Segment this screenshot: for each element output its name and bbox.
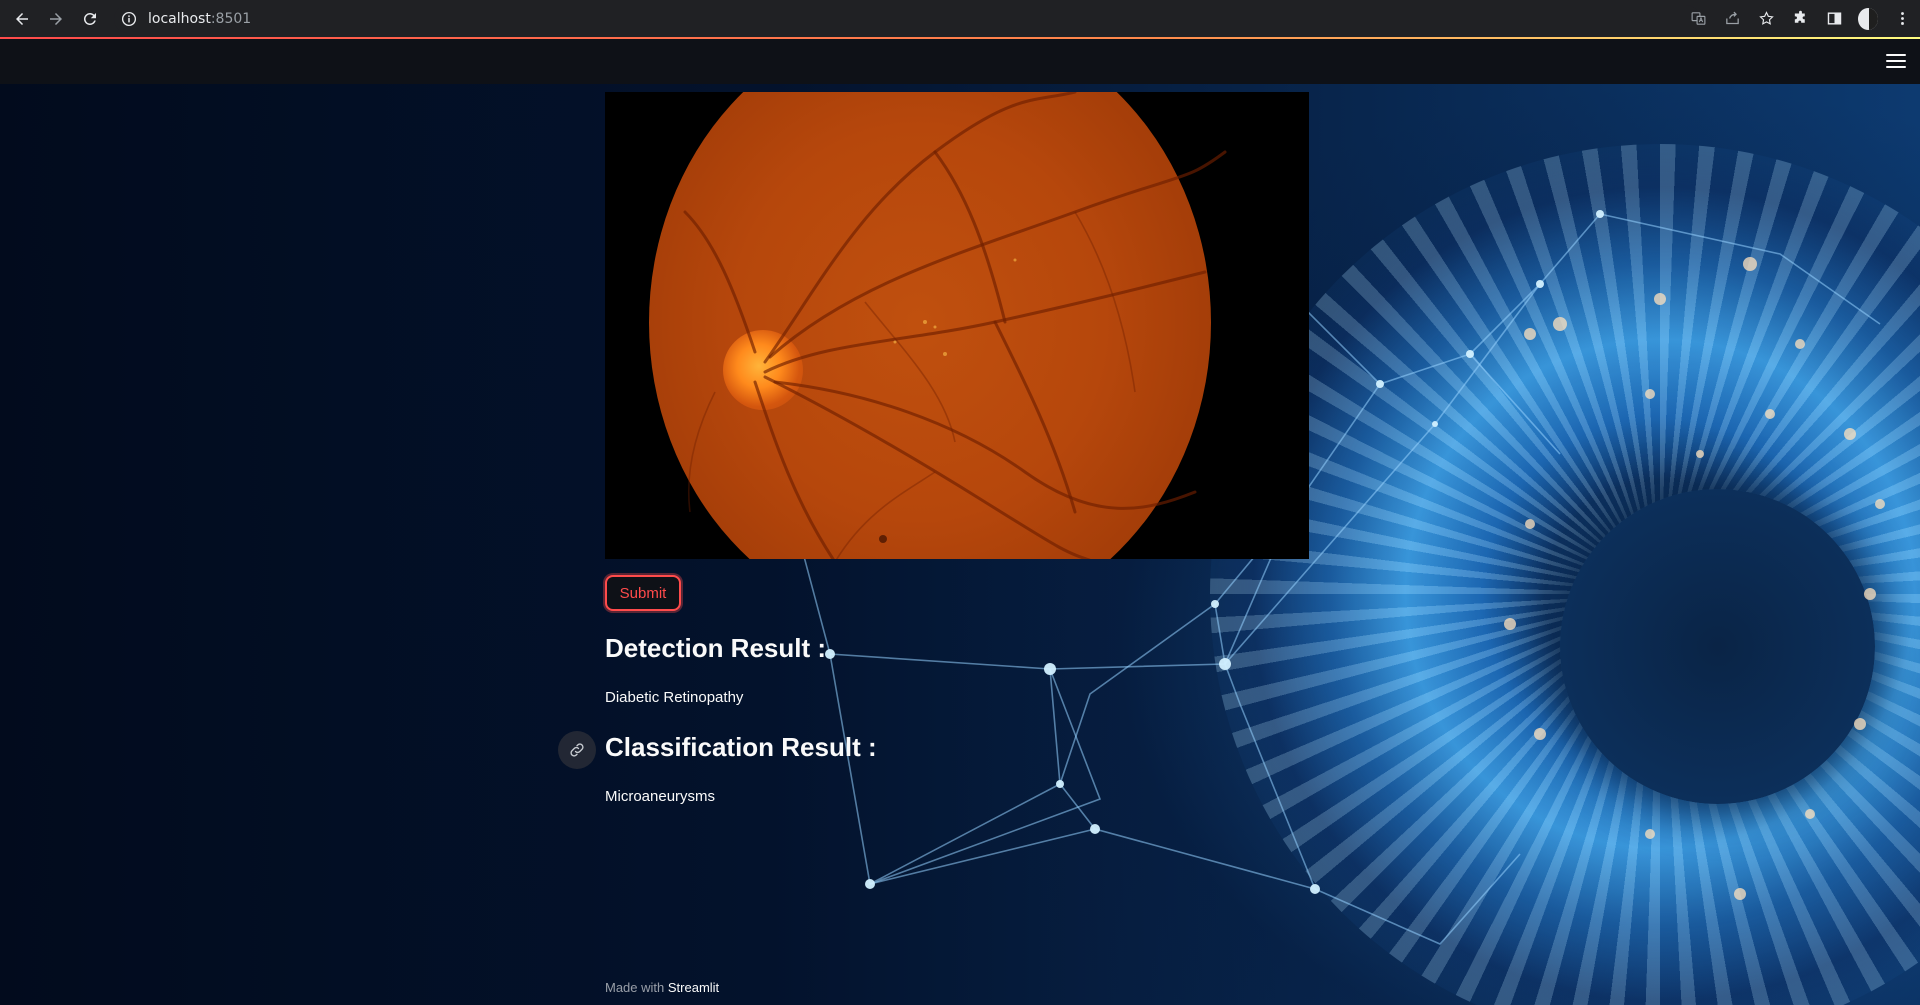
share-icon (1725, 11, 1739, 25)
classification-result-value: Microaneurysms (605, 788, 716, 805)
url-host: localhost (148, 10, 211, 27)
link-icon (570, 743, 584, 757)
extensions-button[interactable] (1790, 9, 1810, 29)
chrome-menu-button[interactable] (1892, 9, 1912, 29)
browser-toolbar: localhost:8501 (0, 0, 1920, 37)
arrow-left-icon (16, 12, 28, 25)
translate-icon (1691, 12, 1705, 25)
hamburger-menu-icon[interactable] (1886, 52, 1906, 70)
detection-result-value: Diabetic Retinopathy (605, 689, 744, 706)
heading-anchor-link[interactable] (558, 731, 596, 769)
footer: Made with Streamlit (605, 980, 719, 995)
fundus-image (605, 92, 1309, 559)
kebab-menu-icon (1900, 12, 1904, 25)
side-panel-icon (1827, 12, 1841, 25)
footer-made-with: Made with (605, 980, 668, 995)
translate-button[interactable] (1688, 9, 1708, 29)
address-bar[interactable]: localhost:8501 (114, 4, 1700, 33)
url-port: :8501 (210, 10, 252, 27)
info-icon[interactable] (120, 10, 138, 28)
profile-avatar-icon (1858, 7, 1878, 30)
share-button[interactable] (1722, 9, 1742, 29)
bookmark-button[interactable] (1756, 9, 1776, 29)
reload-button[interactable] (78, 7, 102, 31)
footer-brand-link[interactable]: Streamlit (668, 980, 719, 995)
retinal-vessels (683, 92, 1227, 559)
submit-button[interactable]: Submit (605, 575, 681, 611)
reload-icon (83, 12, 96, 25)
side-panel-button[interactable] (1824, 9, 1844, 29)
classification-result-heading: Classification Result : (605, 732, 877, 762)
detection-result-heading: Detection Result : (605, 633, 827, 663)
app-header (0, 39, 1920, 84)
puzzle-icon (1794, 10, 1805, 23)
browser-actions (1688, 0, 1912, 37)
profile-button[interactable] (1858, 7, 1878, 30)
back-button[interactable] (10, 7, 34, 31)
forward-button[interactable] (44, 7, 68, 31)
arrow-right-icon (50, 12, 62, 25)
star-icon (1758, 11, 1774, 25)
